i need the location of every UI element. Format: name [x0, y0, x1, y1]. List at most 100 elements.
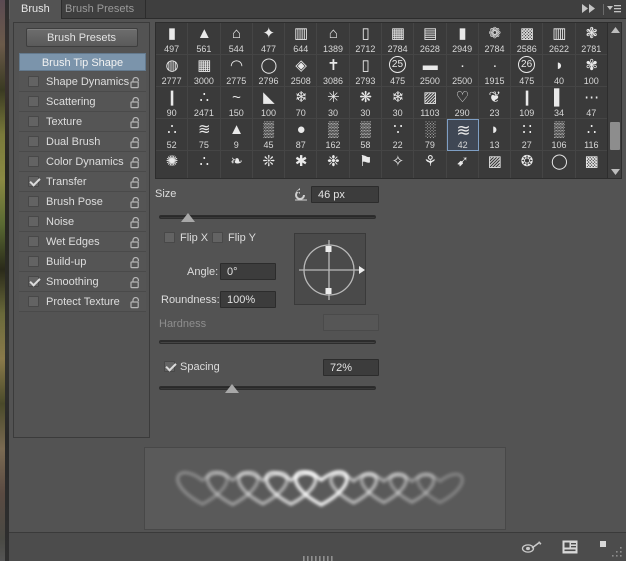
new-brush-preset-icon[interactable]	[562, 540, 582, 556]
brush-tip-cell[interactable]: ◈ 2508	[285, 55, 318, 87]
brush-tip-cell[interactable]: ▒ 106	[543, 119, 576, 151]
brush-tip-cell[interactable]: ∴ 2471	[188, 87, 221, 119]
brush-tip-cell[interactable]: ▒ 45	[252, 119, 286, 151]
brush-tip-cell[interactable]: · 1915	[478, 55, 512, 87]
brush-tip-cell[interactable]: ❂	[511, 151, 544, 178]
option-checkbox[interactable]	[28, 136, 39, 147]
brush-tip-cell[interactable]: ⌂ 1389	[317, 23, 350, 55]
brush-tip-cell[interactable]: ▥ 644	[285, 23, 318, 55]
spacing-slider-track[interactable]	[159, 384, 376, 393]
sidebar-item-noise[interactable]: Noise	[19, 212, 146, 232]
lock-icon[interactable]	[130, 276, 141, 289]
scroll-up-arrow-icon[interactable]	[608, 23, 621, 36]
sidebar-item-transfer[interactable]: Transfer	[19, 172, 146, 192]
brush-presets-button[interactable]: Brush Presets	[25, 27, 138, 47]
lock-icon[interactable]	[130, 256, 141, 269]
spacing-slider-thumb[interactable]	[224, 384, 239, 393]
angle-roundness-control[interactable]	[294, 233, 366, 305]
option-checkbox[interactable]	[28, 256, 39, 267]
brush-tip-cell[interactable]: ❋ 30	[349, 87, 382, 119]
sidebar-item-brush-tip-shape[interactable]: Brush Tip Shape	[19, 53, 146, 71]
brush-tip-cell[interactable]: ▯ 2793	[349, 55, 382, 87]
brush-tip-cell[interactable]: ❃ 2781	[575, 23, 608, 55]
sidebar-item-smoothing[interactable]: Smoothing	[19, 272, 146, 292]
spacing-value-field[interactable]: 72%	[323, 359, 379, 376]
lock-icon[interactable]	[130, 196, 141, 209]
brush-tip-cell[interactable]: ➹	[447, 151, 479, 178]
brush-tip-cell[interactable]: ✧	[382, 151, 415, 178]
brush-tip-cell[interactable]: ≋ 75	[188, 119, 221, 151]
scrollbar-thumb[interactable]	[610, 122, 620, 150]
lock-icon[interactable]	[130, 96, 141, 109]
size-slider-track[interactable]	[159, 213, 376, 222]
brush-tip-cell[interactable]: ≋ 42	[446, 119, 479, 151]
sidebar-item-texture[interactable]: Texture	[19, 112, 146, 132]
option-checkbox[interactable]	[28, 76, 39, 87]
lock-icon[interactable]	[130, 216, 141, 229]
brush-tip-cell[interactable]: ❊	[253, 151, 286, 178]
option-checkbox[interactable]	[28, 116, 39, 127]
brush-tip-cell[interactable]: ♡ 290	[446, 87, 479, 119]
sidebar-item-wet-edges[interactable]: Wet Edges	[19, 232, 146, 252]
sidebar-item-scattering[interactable]: Scattering	[19, 92, 146, 112]
brush-tip-cell[interactable]: ◗ 13	[478, 119, 512, 151]
brush-grid-scrollbar[interactable]	[607, 23, 621, 178]
brush-tip-cell[interactable]: ▨ 1103	[414, 87, 447, 119]
brush-tip-cell[interactable]: ⚑	[350, 151, 382, 178]
sidebar-item-color-dynamics[interactable]: Color Dynamics	[19, 152, 146, 172]
brush-tip-cell[interactable]: ▲ 561	[188, 23, 221, 55]
brush-tip-cell[interactable]: ▨	[479, 151, 512, 178]
brush-tip-cell[interactable]: ◠ 2775	[220, 55, 253, 87]
angle-value-field[interactable]: 0°	[220, 263, 276, 280]
panel-menu-icon[interactable]	[606, 3, 622, 16]
sidebar-item-protect-texture[interactable]: Protect Texture	[19, 292, 146, 312]
brush-tip-cell[interactable]: ∵ 22	[381, 119, 415, 151]
brush-tip-cell[interactable]: ∴ 52	[156, 119, 189, 151]
brush-tip-cell[interactable]: 26 475	[511, 55, 544, 87]
brush-tip-cell[interactable]: ◍ 2777	[156, 55, 189, 87]
option-checkbox[interactable]	[28, 296, 39, 307]
lock-icon[interactable]	[130, 136, 141, 149]
brush-tip-cell[interactable]: ▲ 9	[220, 119, 253, 151]
brush-tip-cell[interactable]: ◯	[543, 151, 576, 178]
sidebar-item-shape-dynamics[interactable]: Shape Dynamics	[19, 72, 146, 92]
reset-arrow-icon[interactable]	[293, 187, 309, 202]
lock-icon[interactable]	[130, 176, 141, 189]
lock-icon[interactable]	[130, 116, 141, 129]
option-checkbox[interactable]	[28, 96, 39, 107]
brush-tip-cell[interactable]: ✱	[285, 151, 318, 178]
brush-tip-cell[interactable]: ❄ 70	[285, 87, 318, 119]
option-checkbox[interactable]	[28, 216, 39, 227]
resize-grip-icon[interactable]	[610, 545, 624, 559]
brush-tip-cell[interactable]: ▌ 34	[543, 87, 576, 119]
brush-tip-cell[interactable]: ❙ 90	[156, 87, 189, 119]
sidebar-item-dual-brush[interactable]: Dual Brush	[19, 132, 146, 152]
spacing-checkbox[interactable]	[164, 361, 175, 372]
brush-tip-cell[interactable]: ✦ 477	[252, 23, 286, 55]
brush-tip-grid[interactable]: ▮ 497 ▲ 561 ⌂ 544 ✦ 477 ▥ 644 ⌂ 1389 ▯ 2712 ▦ 2784 ▤ 2628…	[155, 22, 622, 179]
brush-tip-cell[interactable]: ✝ 3086	[317, 55, 350, 87]
brush-tip-cell[interactable]: ▥ 2622	[543, 23, 576, 55]
lock-icon[interactable]	[130, 156, 141, 169]
tab-brush-presets[interactable]: Brush Presets	[54, 0, 147, 19]
brush-tip-cell[interactable]: ❉	[317, 151, 350, 178]
option-checkbox[interactable]	[28, 236, 39, 247]
lock-icon[interactable]	[130, 296, 141, 309]
brush-tip-cell[interactable]: ▒ 162	[317, 119, 350, 151]
brush-tip-cell[interactable]: ✳ 30	[317, 87, 350, 119]
brush-tip-cell[interactable]: ⋯ 47	[575, 87, 608, 119]
brush-tip-cell[interactable]: ● 87	[285, 119, 318, 151]
option-checkbox[interactable]	[28, 156, 39, 167]
sidebar-item-brush-pose[interactable]: Brush Pose	[19, 192, 146, 212]
flip-y-checkbox[interactable]	[212, 232, 223, 243]
brush-tip-cell[interactable]: ▬ 2500	[414, 55, 447, 87]
option-checkbox[interactable]	[28, 276, 39, 287]
brush-tip-cell[interactable]: ⚘	[414, 151, 447, 178]
brush-preview-toggle-icon[interactable]	[521, 540, 542, 556]
brush-tip-cell[interactable]: ░ 79	[414, 119, 447, 151]
size-slider-thumb[interactable]	[181, 213, 196, 222]
brush-tip-cell[interactable]: ◯ 2796	[252, 55, 286, 87]
brush-tip-cell[interactable]: ▩	[576, 151, 608, 178]
brush-tip-cell[interactable]: ▒ 58	[349, 119, 382, 151]
size-value-field[interactable]: 46 px	[311, 186, 379, 203]
